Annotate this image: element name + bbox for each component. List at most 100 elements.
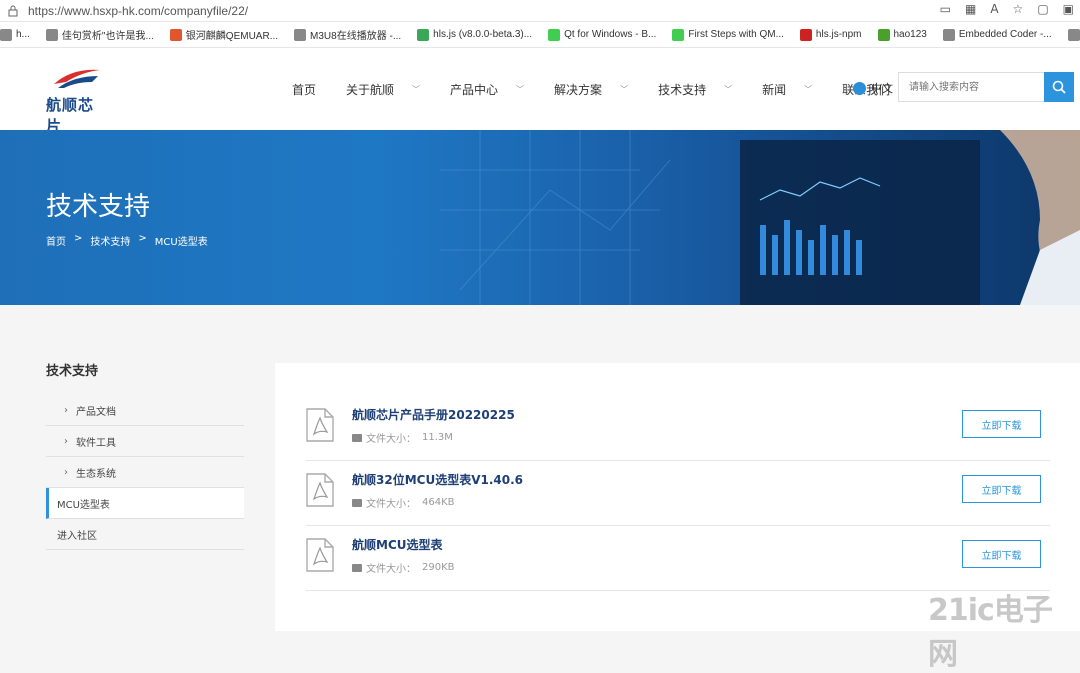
breadcrumb-item[interactable]: 技术支持 bbox=[90, 233, 130, 248]
bookmark-item[interactable]: Qt for Windows - B... bbox=[548, 28, 657, 41]
bookmark-icon bbox=[548, 28, 561, 41]
chevron-down-icon: ﹀ bbox=[516, 85, 525, 94]
bookmark-item[interactable]: First Steps with QM... bbox=[672, 28, 784, 41]
bookmark-item[interactable]: Embedded Coder -... bbox=[942, 28, 1052, 41]
file-name-link[interactable]: 航顺32位MCU选型表V1.40.6 bbox=[352, 471, 523, 488]
chevron-down-icon: ﹀ bbox=[620, 85, 629, 94]
bookmark-label: Qt for Windows - B... bbox=[564, 29, 657, 40]
read-aloud-icon[interactable]: A bbox=[990, 2, 998, 16]
pdf-file-icon bbox=[306, 408, 334, 442]
bookmark-label: M3U8在线播放器 -... bbox=[310, 31, 402, 42]
bookmark-icon bbox=[417, 28, 430, 41]
bookmark-label: hls.js-npm bbox=[815, 29, 862, 40]
file-row: 航顺32位MCU选型表V1.40.6 文件大小： 464KB 立即下载 bbox=[306, 461, 1050, 526]
folder-icon bbox=[352, 433, 362, 442]
search-button[interactable] bbox=[1044, 72, 1074, 102]
nav-label: 技术支持 bbox=[658, 83, 707, 97]
download-button[interactable]: 立即下载 bbox=[962, 410, 1041, 438]
nav-label: 关于航顺 bbox=[346, 83, 395, 97]
sidebar-item[interactable]: 进入社区 bbox=[46, 519, 244, 550]
bookmark-label: 佳句赏析"也许是我... bbox=[61, 31, 154, 42]
language-switch[interactable]: 中文 bbox=[853, 80, 893, 96]
apps-icon[interactable]: ▦ bbox=[965, 2, 976, 16]
nav-item[interactable]: 新闻 ﹀ bbox=[762, 81, 812, 98]
globe-icon bbox=[853, 81, 866, 95]
nav-label: 首页 bbox=[292, 83, 317, 97]
nav-item[interactable]: 首页 bbox=[292, 81, 316, 98]
file-size-label: 文件大小： bbox=[366, 434, 416, 445]
collections-icon[interactable]: ▣ bbox=[1063, 2, 1074, 16]
nav-label: 新闻 bbox=[762, 83, 787, 97]
bookmark-item[interactable]: 佳句赏析"也许是我... bbox=[45, 27, 154, 42]
bookmark-item[interactable]: h... bbox=[0, 28, 30, 41]
nav-item[interactable]: 技术支持 ﹀ bbox=[658, 81, 732, 98]
browser-tools: ▭ ▦ A ☆ ▢ ▣ bbox=[940, 2, 1074, 16]
chevron-right-icon: › bbox=[64, 435, 68, 447]
bookmark-icon bbox=[169, 28, 182, 41]
bookmark-label: First Steps with QM... bbox=[688, 29, 784, 40]
bookmark-icon bbox=[294, 28, 307, 41]
pdf-file-icon bbox=[306, 473, 334, 507]
chevron-right-icon: › bbox=[64, 466, 68, 478]
chevron-down-icon: ﹀ bbox=[412, 85, 421, 94]
page-banner: 技术支持 首页 > 技术支持 > MCU选型表 bbox=[0, 130, 1080, 305]
bookmark-item[interactable]: hls.js-npm bbox=[799, 28, 862, 41]
bookmark-label: hao123 bbox=[893, 29, 927, 40]
file-size: 文件大小： 290KB bbox=[352, 560, 455, 575]
breadcrumb-separator: > bbox=[138, 233, 147, 244]
sidebar-item[interactable]: › 产品文档 bbox=[46, 395, 244, 426]
sidebar-item-label: 产品文档 bbox=[76, 406, 116, 418]
search-icon bbox=[1052, 80, 1066, 94]
url-text[interactable]: https://www.hsxp-hk.com/companyfile/22/ bbox=[28, 4, 248, 18]
download-button[interactable]: 立即下载 bbox=[962, 475, 1041, 503]
sidebar: 技术支持 › 产品文档 › 软件工具 › 生态系统 MCU选型表 进入社区 bbox=[46, 360, 244, 550]
bookmark-label: Embedded Coder -... bbox=[958, 29, 1052, 40]
breadcrumb-separator: > bbox=[74, 233, 83, 244]
file-name-link[interactable]: 航顺MCU选型表 bbox=[352, 536, 443, 553]
file-size-value: 464KB bbox=[422, 497, 455, 508]
breadcrumb: 首页 > 技术支持 > MCU选型表 bbox=[46, 233, 208, 248]
chevron-down-icon: ﹀ bbox=[804, 85, 813, 94]
bookmark-item[interactable]: M3U8在线播放器 -... bbox=[294, 27, 401, 42]
file-size-label: 文件大小： bbox=[366, 499, 416, 510]
folder-icon bbox=[352, 563, 362, 572]
bookmark-label: hls.js (v8.0.0-beta.3)... bbox=[433, 29, 533, 40]
nav-label: 解决方案 bbox=[554, 83, 603, 97]
nav-label: 产品中心 bbox=[450, 83, 499, 97]
breadcrumb-item[interactable]: 首页 bbox=[46, 233, 66, 248]
banner-illustration bbox=[440, 130, 1080, 305]
bookmark-icon bbox=[942, 28, 955, 41]
pdf-file-icon bbox=[306, 538, 334, 572]
reader-icon[interactable]: ▭ bbox=[940, 2, 951, 16]
sidebar-item-label: 生态系统 bbox=[76, 468, 116, 480]
folder-icon bbox=[352, 498, 362, 507]
search-input[interactable] bbox=[899, 73, 1044, 101]
breadcrumb-item: MCU选型表 bbox=[154, 237, 208, 248]
sidebar-item[interactable]: › 生态系统 bbox=[46, 457, 244, 488]
bookmark-item[interactable]: hls.js (v8.0.0-beta.3)... bbox=[417, 28, 533, 41]
address-bar[interactable]: https://www.hsxp-hk.com/companyfile/22/ … bbox=[0, 0, 1080, 22]
sidebar-item[interactable]: MCU选型表 bbox=[46, 488, 244, 519]
bookmark-item[interactable]: hao123 bbox=[877, 28, 927, 41]
site-header: 航顺芯片 首页 关于航顺 ﹀ 产品中心 ﹀ 解决方案 ﹀ 技术支持 ﹀ 新闻 ﹀ 联系我们 中文 bbox=[0, 48, 1080, 135]
bookmarks-bar: h... 佳句赏析"也许是我... 银河麒麟QEMUAR... M3U8在线播放器 -… bbox=[0, 22, 1080, 48]
main-nav: 首页 关于航顺 ﹀ 产品中心 ﹀ 解决方案 ﹀ 技术支持 ﹀ 新闻 ﹀ 联系我们 bbox=[292, 81, 920, 98]
file-size: 文件大小： 464KB bbox=[352, 495, 455, 510]
bookmark-icon bbox=[45, 28, 58, 41]
file-size-value: 290KB bbox=[422, 562, 455, 573]
search-box bbox=[898, 72, 1074, 102]
bookmark-icon bbox=[877, 28, 890, 41]
sidebar-item[interactable]: › 软件工具 bbox=[46, 426, 244, 457]
translate-icon[interactable]: ▢ bbox=[1037, 2, 1048, 16]
bookmark-item[interactable]: 银河麒麟QEMUAR... bbox=[169, 27, 278, 42]
nav-item[interactable]: 解决方案 ﹀ bbox=[554, 81, 628, 98]
bookmark-item[interactable]: Lua | 搜索结果 | Salt... bbox=[1067, 27, 1080, 42]
logo[interactable]: 航顺芯片 bbox=[46, 66, 108, 135]
download-button[interactable]: 立即下载 bbox=[962, 540, 1041, 568]
file-row: 航顺MCU选型表 文件大小： 290KB 立即下载 bbox=[306, 526, 1050, 591]
nav-item[interactable]: 产品中心 ﹀ bbox=[450, 81, 524, 98]
file-name-link[interactable]: 航顺芯片产品手册20220225 bbox=[352, 406, 515, 423]
bookmark-icon bbox=[0, 28, 12, 41]
favorite-icon[interactable]: ☆ bbox=[1013, 2, 1024, 16]
nav-item[interactable]: 关于航顺 ﹀ bbox=[346, 81, 420, 98]
